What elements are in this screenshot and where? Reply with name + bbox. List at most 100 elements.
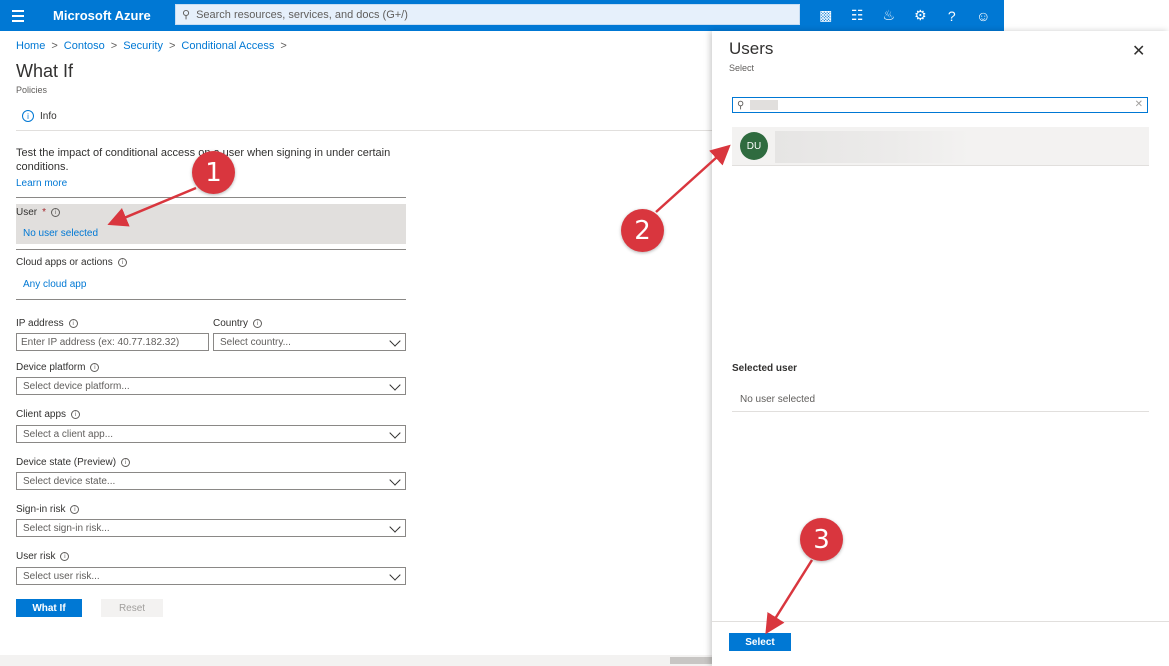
directory-filter-icon[interactable]: ☷ <box>842 0 874 31</box>
user-result-row[interactable]: DU <box>732 127 1149 166</box>
platform-label: Device platform <box>16 362 86 373</box>
user-selector-link[interactable]: No user selected <box>23 228 98 239</box>
divider <box>16 197 406 198</box>
what-if-button[interactable]: What If <box>16 599 82 617</box>
country-dropdown[interactable]: Select country... <box>213 333 406 351</box>
state-label: Device state (Preview) <box>16 457 117 468</box>
device-state-dropdown[interactable]: Select device state... <box>16 472 406 490</box>
country-value: Select country... <box>220 336 291 348</box>
chevron-down-icon <box>389 427 401 439</box>
user-label-group: User * i <box>16 207 61 218</box>
user-search-input[interactable]: ⚲ ✕ <box>732 97 1148 113</box>
client-label: Client apps <box>16 409 67 420</box>
info-icon[interactable]: i <box>121 458 131 467</box>
breadcrumb: Home > Contoso > Security > Conditional … <box>16 40 287 52</box>
annotation-marker-2: 2 <box>621 209 664 252</box>
breadcrumb-contoso[interactable]: Contoso <box>64 40 105 52</box>
info-icon[interactable]: i <box>253 319 263 328</box>
chevron-down-icon <box>389 569 401 581</box>
search-icon: ⚲ <box>737 99 745 111</box>
top-icon-group: ▩ ☷ ♨ ⚙ ? ☺ <box>810 0 999 31</box>
info-icon: i <box>22 110 34 122</box>
divider <box>16 249 406 250</box>
top-bar: Microsoft Azure ⚲ Search resources, serv… <box>0 0 1004 31</box>
divider <box>16 299 406 300</box>
info-icon[interactable]: i <box>60 552 70 561</box>
feedback-icon[interactable]: ☺ <box>968 0 1000 31</box>
global-search-input[interactable]: ⚲ Search resources, services, and docs (… <box>175 4 800 25</box>
page-title: What If <box>16 61 74 81</box>
state-value: Select device state... <box>23 475 116 487</box>
country-label-group: Country i <box>213 318 263 329</box>
cloud-apps-link[interactable]: Any cloud app <box>23 279 86 290</box>
tab-info[interactable]: i Info <box>22 110 57 122</box>
topbar-gap <box>1004 0 1169 31</box>
search-placeholder: Search resources, services, and docs (G+… <box>196 8 408 21</box>
chevron-right-icon: > <box>280 40 287 52</box>
chevron-down-icon <box>389 474 401 486</box>
required-marker: * <box>42 207 47 218</box>
client-label-group: Client apps i <box>16 409 81 420</box>
brand-logo[interactable]: Microsoft Azure <box>53 8 175 23</box>
menu-icon[interactable] <box>0 0 36 31</box>
state-label-group: Device state (Preview) i <box>16 457 131 468</box>
platform-value: Select device platform... <box>23 380 130 392</box>
chevron-down-icon <box>389 521 401 533</box>
signin-label: Sign-in risk <box>16 504 66 515</box>
what-if-blade: Home > Contoso > Security > Conditional … <box>0 31 712 666</box>
ip-label-group: IP address i <box>16 318 78 329</box>
cloud-apps-label: Cloud apps or actions <box>16 257 113 268</box>
cloud-apps-label-group: Cloud apps or actions i <box>16 257 127 268</box>
page-subtitle: Policies <box>16 85 48 95</box>
sign-in-risk-dropdown[interactable]: Select sign-in risk... <box>16 519 406 537</box>
user-name-redacted <box>775 131 970 163</box>
userrisk-label-group: User risk i <box>16 551 70 562</box>
select-button[interactable]: Select <box>729 633 791 651</box>
learn-more-link[interactable]: Learn more <box>16 178 67 189</box>
device-platform-dropdown[interactable]: Select device platform... <box>16 377 406 395</box>
clear-icon[interactable]: ✕ <box>1135 99 1143 110</box>
breadcrumb-home[interactable]: Home <box>16 40 45 52</box>
reset-button[interactable]: Reset <box>101 599 163 617</box>
avatar: DU <box>740 132 768 160</box>
users-panel: Users Select ✕ ⚲ ✕ DU Selected user No u… <box>712 31 1169 666</box>
user-label: User <box>16 207 38 218</box>
signin-label-group: Sign-in risk i <box>16 504 80 515</box>
scrollbar-thumb[interactable] <box>670 657 712 664</box>
settings-icon[interactable]: ⚙ <box>905 0 937 31</box>
info-icon[interactable]: i <box>70 505 80 514</box>
ip-placeholder: Enter IP address (ex: 40.77.182.32) <box>21 336 180 348</box>
info-icon[interactable]: i <box>51 208 61 217</box>
chevron-down-icon <box>389 335 401 347</box>
client-apps-dropdown[interactable]: Select a client app... <box>16 425 406 443</box>
country-label: Country <box>213 318 249 329</box>
panel-subtitle: Select <box>729 63 755 73</box>
selected-user-value: No user selected <box>740 394 816 405</box>
annotation-marker-1: 1 <box>192 151 235 194</box>
help-icon[interactable]: ? <box>936 0 968 31</box>
userrisk-value: Select user risk... <box>23 570 100 582</box>
divider <box>16 130 712 131</box>
client-value: Select a client app... <box>23 428 114 440</box>
panel-title: Users <box>729 39 774 58</box>
divider <box>732 411 1149 412</box>
platform-label-group: Device platform i <box>16 362 100 373</box>
signin-value: Select sign-in risk... <box>23 522 110 534</box>
horizontal-scrollbar[interactable] <box>0 655 712 666</box>
selected-user-heading: Selected user <box>732 363 798 374</box>
divider <box>712 621 1169 622</box>
info-icon[interactable]: i <box>117 258 127 267</box>
ip-address-input[interactable]: Enter IP address (ex: 40.77.182.32) <box>16 333 209 351</box>
ip-label: IP address <box>16 318 64 329</box>
close-icon[interactable]: ✕ <box>1132 41 1145 61</box>
info-icon[interactable]: i <box>90 363 100 372</box>
breadcrumb-security[interactable]: Security <box>123 40 163 52</box>
chevron-down-icon <box>389 379 401 391</box>
notifications-icon[interactable]: ♨ <box>873 0 905 31</box>
breadcrumb-conditional-access[interactable]: Conditional Access <box>181 40 274 52</box>
info-icon[interactable]: i <box>71 410 81 419</box>
chevron-right-icon: > <box>51 40 58 52</box>
user-risk-dropdown[interactable]: Select user risk... <box>16 567 406 585</box>
info-icon[interactable]: i <box>68 319 78 328</box>
cloud-shell-icon[interactable]: ▩ <box>810 0 842 31</box>
